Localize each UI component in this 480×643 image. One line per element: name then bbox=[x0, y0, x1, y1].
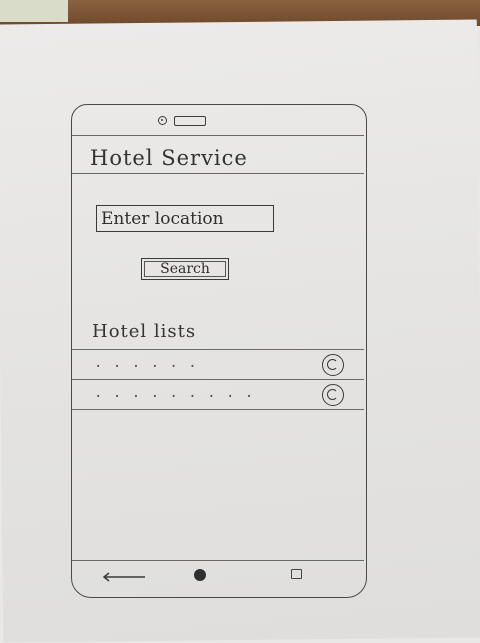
list-top-divider bbox=[72, 349, 364, 351]
recent-apps-icon[interactable] bbox=[291, 569, 302, 579]
status-bar-divider bbox=[72, 135, 364, 137]
camera-icon bbox=[158, 116, 167, 125]
speaker-grille bbox=[174, 116, 206, 126]
title-bar-divider bbox=[72, 173, 364, 175]
search-button[interactable]: Search bbox=[141, 258, 229, 280]
location-input[interactable] bbox=[96, 205, 274, 232]
desk-object bbox=[0, 0, 68, 22]
list-divider bbox=[72, 379, 364, 381]
list-item[interactable]: . . . . . . . . . bbox=[72, 381, 364, 409]
hotel-name-placeholder: . . . . . . . . . bbox=[94, 385, 255, 401]
hotel-action-icon[interactable] bbox=[322, 354, 344, 376]
nav-bar-divider bbox=[72, 560, 364, 562]
list-item[interactable]: . . . . . . bbox=[72, 351, 364, 379]
hotel-list-heading: Hotel lists bbox=[92, 321, 197, 342]
home-icon[interactable] bbox=[194, 569, 206, 581]
hotel-action-icon[interactable] bbox=[322, 384, 344, 406]
back-arrow-icon[interactable] bbox=[102, 572, 146, 582]
app-title: Hotel Service bbox=[90, 146, 248, 170]
list-bottom-divider bbox=[72, 409, 364, 411]
phone-frame: Hotel Service Search Hotel lists . . . .… bbox=[71, 104, 367, 598]
hotel-name-placeholder: . . . . . . bbox=[94, 355, 198, 371]
